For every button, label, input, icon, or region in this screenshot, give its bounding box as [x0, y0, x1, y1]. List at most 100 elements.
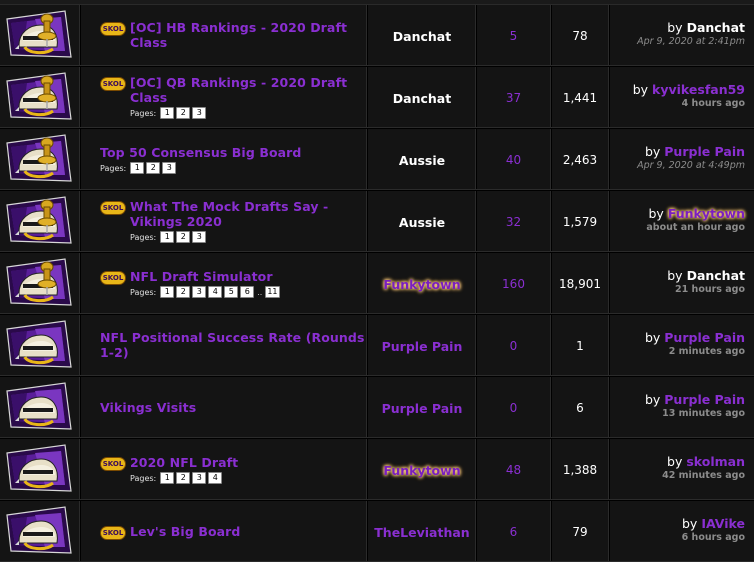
replies-cell: 0 [477, 377, 551, 437]
thread-row: Vikings Visits Purple Pain 0 6 by Purple Pai… [0, 377, 754, 438]
reply-count: 160 [502, 277, 525, 291]
pages-ellipsis: .. [257, 287, 263, 297]
page-link[interactable]: 2 [176, 231, 191, 243]
thread-title-link[interactable]: 2020 NFL Draft [130, 455, 238, 470]
thread-title-link[interactable]: [OC] QB Rankings - 2020 Draft Class [130, 75, 347, 105]
pages-label: Pages: [100, 163, 127, 173]
page-link[interactable]: 3 [192, 107, 207, 119]
thread-row: SKOL [OC] QB Rankings - 2020 Draft Class Pa… [0, 67, 754, 128]
last-post-time[interactable]: 2 minutes ago [669, 346, 745, 357]
thread-prefix-badge[interactable]: SKOL [100, 22, 126, 36]
thread-author-cell: Danchat [368, 67, 476, 127]
last-post-cell: by Danchat 21 hours ago [610, 253, 754, 313]
last-post-time[interactable]: 4 hours ago [682, 98, 745, 109]
thread-title-cell: Vikings Visits [81, 377, 367, 437]
thread-title-link[interactable]: What The Mock Drafts Say - Vikings 2020 [130, 199, 328, 229]
view-count: 1,441 [562, 91, 598, 105]
page-link[interactable]: 2 [176, 107, 191, 119]
page-link[interactable]: 1 [160, 472, 175, 484]
page-link[interactable]: 5 [224, 286, 239, 298]
page-link[interactable]: 1 [130, 162, 145, 174]
last-post-time[interactable]: about an hour ago [646, 222, 745, 233]
thread-title-line: [OC] HB Rankings - 2020 Draft [130, 20, 348, 35]
page-link[interactable]: 4 [208, 472, 223, 484]
last-post-user-link[interactable]: Danchat [687, 268, 745, 283]
thread-title-link[interactable]: Top 50 Consensus Big Board [100, 145, 301, 160]
thread-prefix-badge[interactable]: SKOL [100, 526, 126, 540]
page-link[interactable]: 3 [192, 286, 207, 298]
last-post-user-link[interactable]: Purple Pain [664, 392, 745, 407]
thread-author-cell: TheLeviathan [368, 501, 476, 561]
thread-author-link[interactable]: Funkytown [368, 277, 476, 292]
thread-icon-cell [0, 5, 80, 65]
last-post-time[interactable]: 13 minutes ago [662, 408, 745, 419]
page-link[interactable]: 4 [208, 286, 223, 298]
view-count: 1,388 [562, 463, 598, 477]
last-post-by: by Funkytown [648, 206, 745, 221]
page-link[interactable]: 1 [160, 231, 175, 243]
page-link[interactable]: 11 [265, 286, 280, 298]
last-post-user-link[interactable]: IAVike [701, 516, 745, 531]
page-link[interactable]: 1 [160, 286, 175, 298]
thread-icon-cell [0, 253, 80, 313]
last-post-by-label: by [644, 392, 661, 407]
page-link[interactable]: 1 [160, 107, 175, 119]
last-post-by-label: by [632, 82, 649, 97]
last-post-time[interactable]: 42 minutes ago [662, 470, 745, 481]
thread-title-link[interactable]: [OC] HB Rankings - 2020 Draft Class [130, 20, 347, 50]
thread-author-link[interactable]: Aussie [368, 215, 476, 230]
views-cell: 78 [552, 5, 609, 65]
thread-title-link[interactable]: Vikings Visits [100, 400, 196, 415]
thread-author-link[interactable]: Purple Pain [368, 401, 476, 416]
page-link[interactable]: 3 [192, 472, 207, 484]
pages-label: Pages: [130, 232, 157, 242]
last-post-by: by Danchat [667, 20, 745, 35]
page-link[interactable]: 3 [162, 162, 177, 174]
thread-author-link[interactable]: Purple Pain [368, 339, 476, 354]
last-post-user-link[interactable]: Purple Pain [664, 144, 745, 159]
thread-author-link[interactable]: Danchat [368, 29, 476, 44]
reply-count: 6 [509, 525, 518, 539]
last-post-user-link[interactable]: Funkytown [668, 206, 745, 221]
thread-title-line: Vikings 2020 [130, 214, 222, 229]
views-cell: 6 [552, 377, 609, 437]
thread-title-line: [OC] QB Rankings - 2020 Draft [130, 75, 348, 90]
views-cell: 1,388 [552, 439, 609, 499]
thread-author-link[interactable]: Danchat [368, 91, 476, 106]
last-post-time[interactable]: 21 hours ago [675, 284, 745, 295]
thread-author-link[interactable]: Aussie [368, 153, 476, 168]
thread-prefix-badge[interactable]: SKOL [100, 201, 126, 215]
thread-prefix-badge[interactable]: SKOL [100, 77, 126, 91]
last-post-time[interactable]: 6 hours ago [682, 532, 745, 543]
thread-title-cell: NFL Positional Success Rate (Rounds 1-2) [81, 315, 367, 375]
page-link[interactable]: 2 [146, 162, 161, 174]
thread-title-line: Lev's Big Board [130, 524, 241, 539]
thread-icon-cell [0, 377, 80, 437]
thread-title-link[interactable]: NFL Draft Simulator [130, 269, 273, 284]
last-post-user-link[interactable]: Purple Pain [664, 330, 745, 345]
page-link[interactable]: 3 [192, 231, 207, 243]
thread-title-line: What The Mock Drafts Say - [130, 199, 329, 214]
page-link[interactable]: 6 [240, 286, 255, 298]
page-link[interactable]: 2 [176, 472, 191, 484]
last-post-time[interactable]: Apr 9, 2020 at 2:41pm [637, 36, 745, 47]
last-post-user-link[interactable]: kyvikesfan59 [652, 82, 745, 97]
reply-count: 48 [505, 463, 522, 477]
last-post-user-link[interactable]: skolman [686, 454, 745, 469]
thread-prefix-badge[interactable]: SKOL [100, 457, 126, 471]
thread-prefix-badge[interactable]: SKOL [100, 271, 126, 285]
thread-title-link[interactable]: NFL Positional Success Rate (Rounds 1-2) [100, 330, 365, 360]
last-post-by-label: by [667, 20, 683, 35]
thread-title-link[interactable]: Lev's Big Board [130, 524, 240, 539]
last-post-user-link[interactable]: Danchat [687, 20, 745, 35]
view-count: 78 [572, 29, 588, 43]
last-post-by: by IAVike [682, 516, 745, 531]
last-post-time[interactable]: Apr 9, 2020 at 4:49pm [637, 160, 745, 171]
thread-icon-cell [0, 129, 80, 189]
last-post-by: by Danchat [667, 268, 745, 283]
thread-author-link[interactable]: TheLeviathan [368, 525, 476, 540]
thread-title-cell: SKOL NFL Draft Simulator Pages: 1 2 3 4 5 6.. 11 [81, 253, 367, 313]
thread-title-cell: Top 50 Consensus Big Board Pages: 1 2 3 [81, 129, 367, 189]
page-link[interactable]: 2 [176, 286, 191, 298]
thread-author-link[interactable]: Funkytown [368, 463, 476, 478]
